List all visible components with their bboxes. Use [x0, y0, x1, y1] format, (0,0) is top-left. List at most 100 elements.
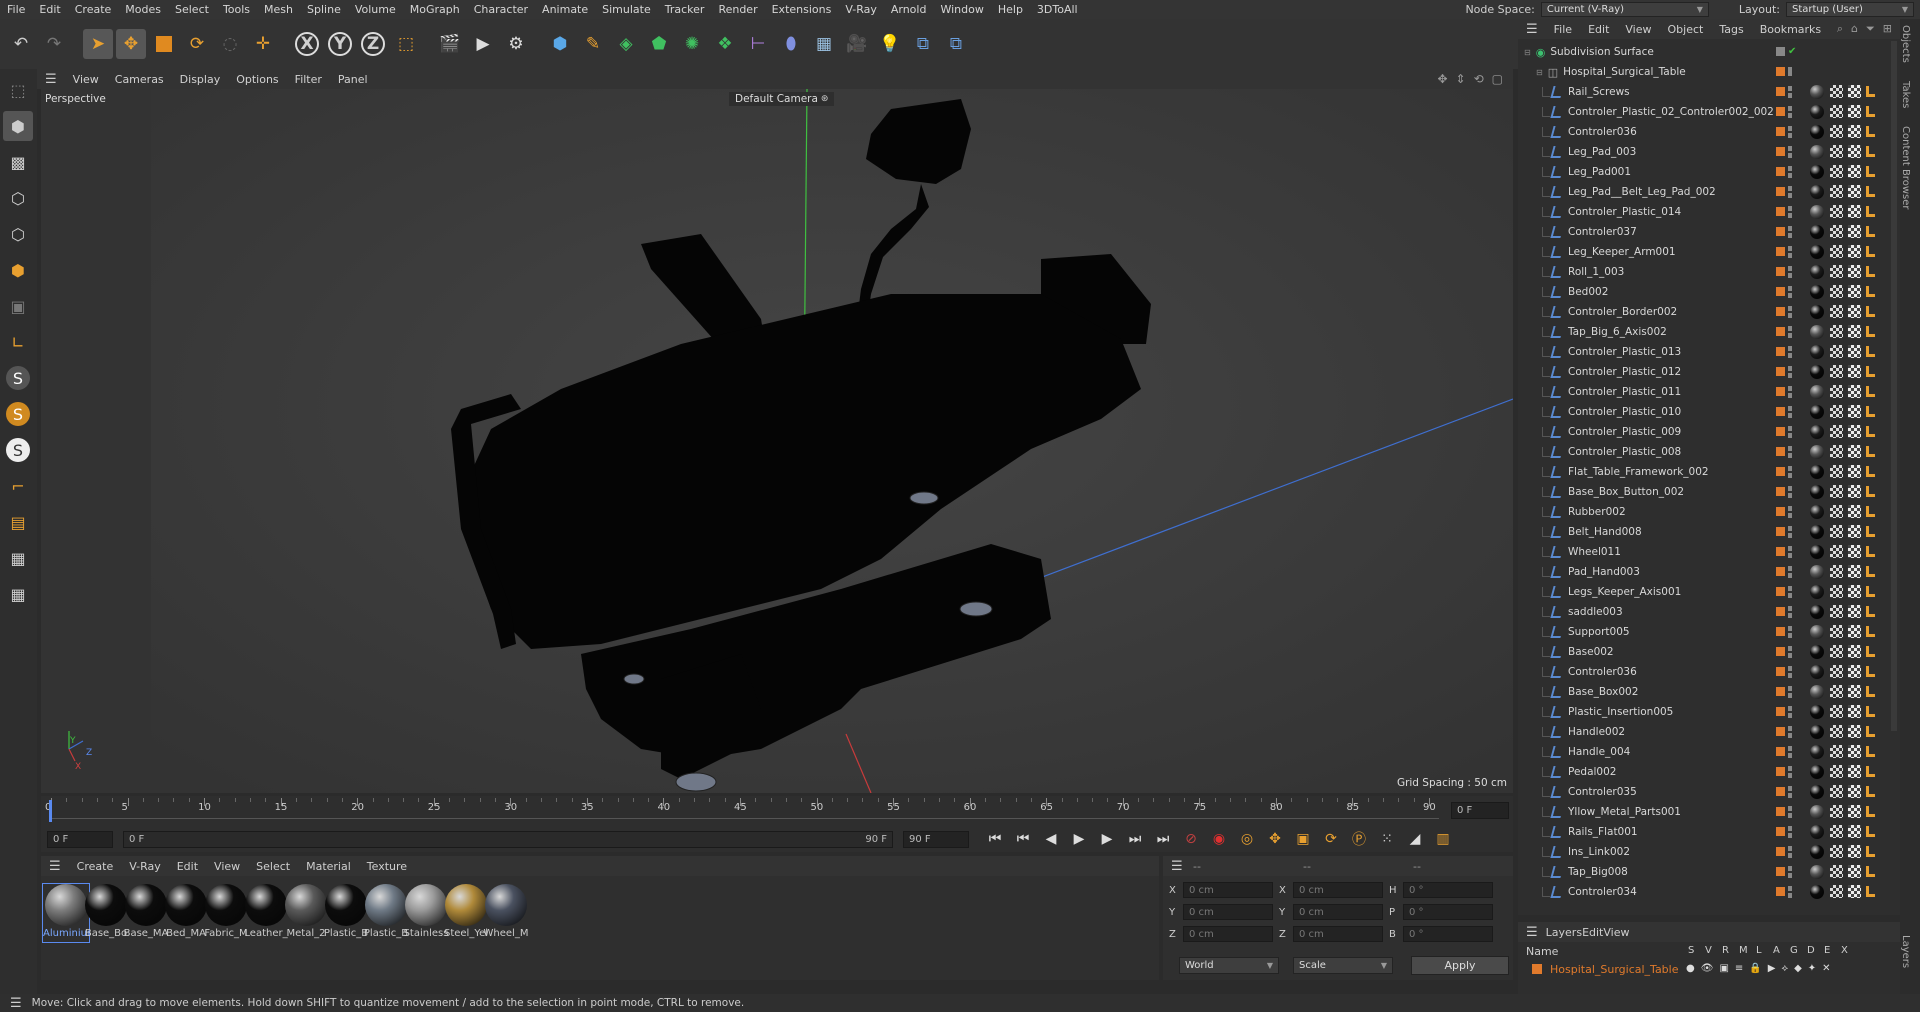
- uv-tag-icon[interactable]: [1830, 725, 1843, 738]
- z-axis-lock-icon[interactable]: Z: [358, 29, 388, 59]
- object-row[interactable]: Plastic_Insertion005: [1518, 702, 1900, 722]
- texture-tag-icon[interactable]: [1848, 885, 1861, 898]
- menu-item[interactable]: Extensions: [765, 3, 839, 16]
- texture-tag-icon[interactable]: [1848, 565, 1861, 578]
- visibility-dot-icon[interactable]: [1788, 233, 1792, 238]
- object-row[interactable]: Controler035: [1518, 782, 1900, 802]
- undo-icon[interactable]: ↶: [6, 29, 36, 59]
- hamburger-icon[interactable]: ☰: [41, 859, 69, 874]
- uv-tag-icon[interactable]: [1830, 825, 1843, 838]
- uv-tag-icon[interactable]: [1830, 285, 1843, 298]
- snap-3d-icon[interactable]: S: [3, 435, 33, 465]
- expression-tag-icon[interactable]: [1866, 106, 1875, 117]
- camera-icon[interactable]: 🎥: [842, 29, 872, 59]
- expression-tag-icon[interactable]: [1866, 386, 1875, 397]
- object-menu-item[interactable]: Object: [1660, 23, 1712, 36]
- visibility-dot-icon[interactable]: [1788, 733, 1792, 738]
- visibility-dot-icon[interactable]: [1788, 326, 1792, 331]
- redo-icon[interactable]: ↷: [39, 29, 69, 59]
- uv-tag-icon[interactable]: [1830, 525, 1843, 538]
- object-row[interactable]: Wheel011: [1518, 542, 1900, 562]
- object-row[interactable]: Base_Box002: [1518, 682, 1900, 702]
- rotate-tool-icon[interactable]: ⟳: [182, 29, 212, 59]
- visibility-dot-icon[interactable]: [1788, 386, 1792, 391]
- expression-tag-icon[interactable]: [1866, 86, 1875, 97]
- visibility-dot-icon[interactable]: [1788, 473, 1792, 478]
- hamburger-icon[interactable]: ☰: [1163, 859, 1191, 874]
- expression-tag-icon[interactable]: [1866, 706, 1875, 717]
- visibility-dot-icon[interactable]: [1788, 606, 1792, 611]
- visibility-dot-icon[interactable]: [1788, 893, 1792, 898]
- menu-item[interactable]: Animate: [535, 3, 595, 16]
- solo-icon[interactable]: ●: [1686, 963, 1695, 974]
- visibility-dot-icon[interactable]: [1788, 806, 1792, 811]
- expression-tag-icon[interactable]: [1866, 346, 1875, 357]
- expression-tag-icon[interactable]: [1866, 446, 1875, 457]
- cube-primitive-icon[interactable]: ⬢: [545, 29, 575, 59]
- visibility-dot-icon[interactable]: [1788, 686, 1792, 691]
- end-frame-field[interactable]: 90 F: [903, 830, 969, 848]
- material-tag-icon[interactable]: [1810, 245, 1824, 259]
- uv-tag-icon[interactable]: [1830, 165, 1843, 178]
- uv-tag-icon[interactable]: [1830, 365, 1843, 378]
- visibility-dot-icon[interactable]: [1788, 273, 1792, 278]
- hamburger-icon[interactable]: ☰: [0, 996, 32, 1011]
- snap-settings-icon[interactable]: S: [3, 399, 33, 429]
- expression-tag-icon[interactable]: [1866, 626, 1875, 637]
- light-icon[interactable]: 💡: [875, 29, 905, 59]
- axis-mode-icon[interactable]: ∟: [3, 327, 33, 357]
- visibility-dot-icon[interactable]: [1788, 466, 1792, 471]
- object-row[interactable]: Support005: [1518, 622, 1900, 642]
- uv-tag-icon[interactable]: [1830, 185, 1843, 198]
- object-menu-item[interactable]: Tags: [1711, 23, 1751, 36]
- tab-takes[interactable]: Takes: [1900, 75, 1911, 114]
- visibility-dot-icon[interactable]: [1788, 86, 1792, 91]
- visibility-dot-icon[interactable]: [1788, 226, 1792, 231]
- visibility-dot-icon[interactable]: [1788, 513, 1792, 518]
- texture-tag-icon[interactable]: [1848, 265, 1861, 278]
- texture-tag-icon[interactable]: [1848, 625, 1861, 638]
- menu-item[interactable]: Arnold: [884, 3, 934, 16]
- expression-tag-icon[interactable]: [1866, 766, 1875, 777]
- visibility-dot-icon[interactable]: [1788, 853, 1792, 858]
- object-scrollbar[interactable]: [1891, 41, 1897, 731]
- start-frame-field[interactable]: 0 F: [47, 830, 113, 848]
- deformer-icon[interactable]: ◆: [1794, 963, 1802, 974]
- visibility-dot-icon[interactable]: [1788, 573, 1792, 578]
- uv-tag-icon[interactable]: [1830, 765, 1843, 778]
- play-icon[interactable]: ▶: [1067, 828, 1091, 850]
- material-tag-icon[interactable]: [1810, 165, 1824, 179]
- visibility-dot-icon[interactable]: [1788, 566, 1792, 571]
- material-tag-icon[interactable]: [1810, 605, 1824, 619]
- object-row[interactable]: Controler036: [1518, 122, 1900, 142]
- coord-rotation-field[interactable]: 0 °: [1403, 882, 1493, 898]
- expression-tag-icon[interactable]: [1866, 566, 1875, 577]
- search-icon[interactable]: ⌕: [1837, 22, 1843, 36]
- uv-tag-icon[interactable]: [1830, 785, 1843, 798]
- object-menu-item[interactable]: Edit: [1580, 23, 1617, 36]
- layer-row[interactable]: Hospital_Surgical_Table ● 👁 ▣ ≡ 🔒 ▶ ⟡ ◆ …: [1518, 960, 1900, 978]
- lock-icon[interactable]: 🔒: [1749, 963, 1761, 974]
- points-mode-icon[interactable]: ⬡: [3, 183, 33, 213]
- object-row[interactable]: Tap_Big008: [1518, 862, 1900, 882]
- timeline-ruler[interactable]: 051015202530354045505560657075808590 0 F: [41, 796, 1513, 826]
- texture-tag-icon[interactable]: [1848, 705, 1861, 718]
- uv-tag-icon[interactable]: [1830, 485, 1843, 498]
- model-mode-icon[interactable]: ⬢: [3, 111, 33, 141]
- material-menu-item[interactable]: Texture: [359, 860, 415, 873]
- render-view-icon[interactable]: ▶: [468, 29, 498, 59]
- object-row-group[interactable]: ⊟ ◫ Hospital_Surgical_Table: [1518, 62, 1900, 82]
- visibility-dot-icon[interactable]: [1788, 453, 1792, 458]
- menu-item[interactable]: Volume: [348, 3, 403, 16]
- viewport-perspective[interactable]: Perspective Default Camera ⊛ Grid Spacin…: [41, 89, 1513, 793]
- uv-tag-icon[interactable]: [1830, 565, 1843, 578]
- visibility-dot-icon[interactable]: [1788, 726, 1792, 731]
- uv-tag-icon[interactable]: [1830, 125, 1843, 138]
- layer-menu-item[interactable]: Layers: [1546, 926, 1582, 939]
- expression-tag-icon[interactable]: [1866, 826, 1875, 837]
- menu-item[interactable]: Tools: [216, 3, 257, 16]
- material-tag-icon[interactable]: [1810, 665, 1824, 679]
- key-position-icon[interactable]: ✥: [1263, 828, 1287, 850]
- expression-tag-icon[interactable]: [1866, 846, 1875, 857]
- uv-tag-icon[interactable]: [1830, 425, 1843, 438]
